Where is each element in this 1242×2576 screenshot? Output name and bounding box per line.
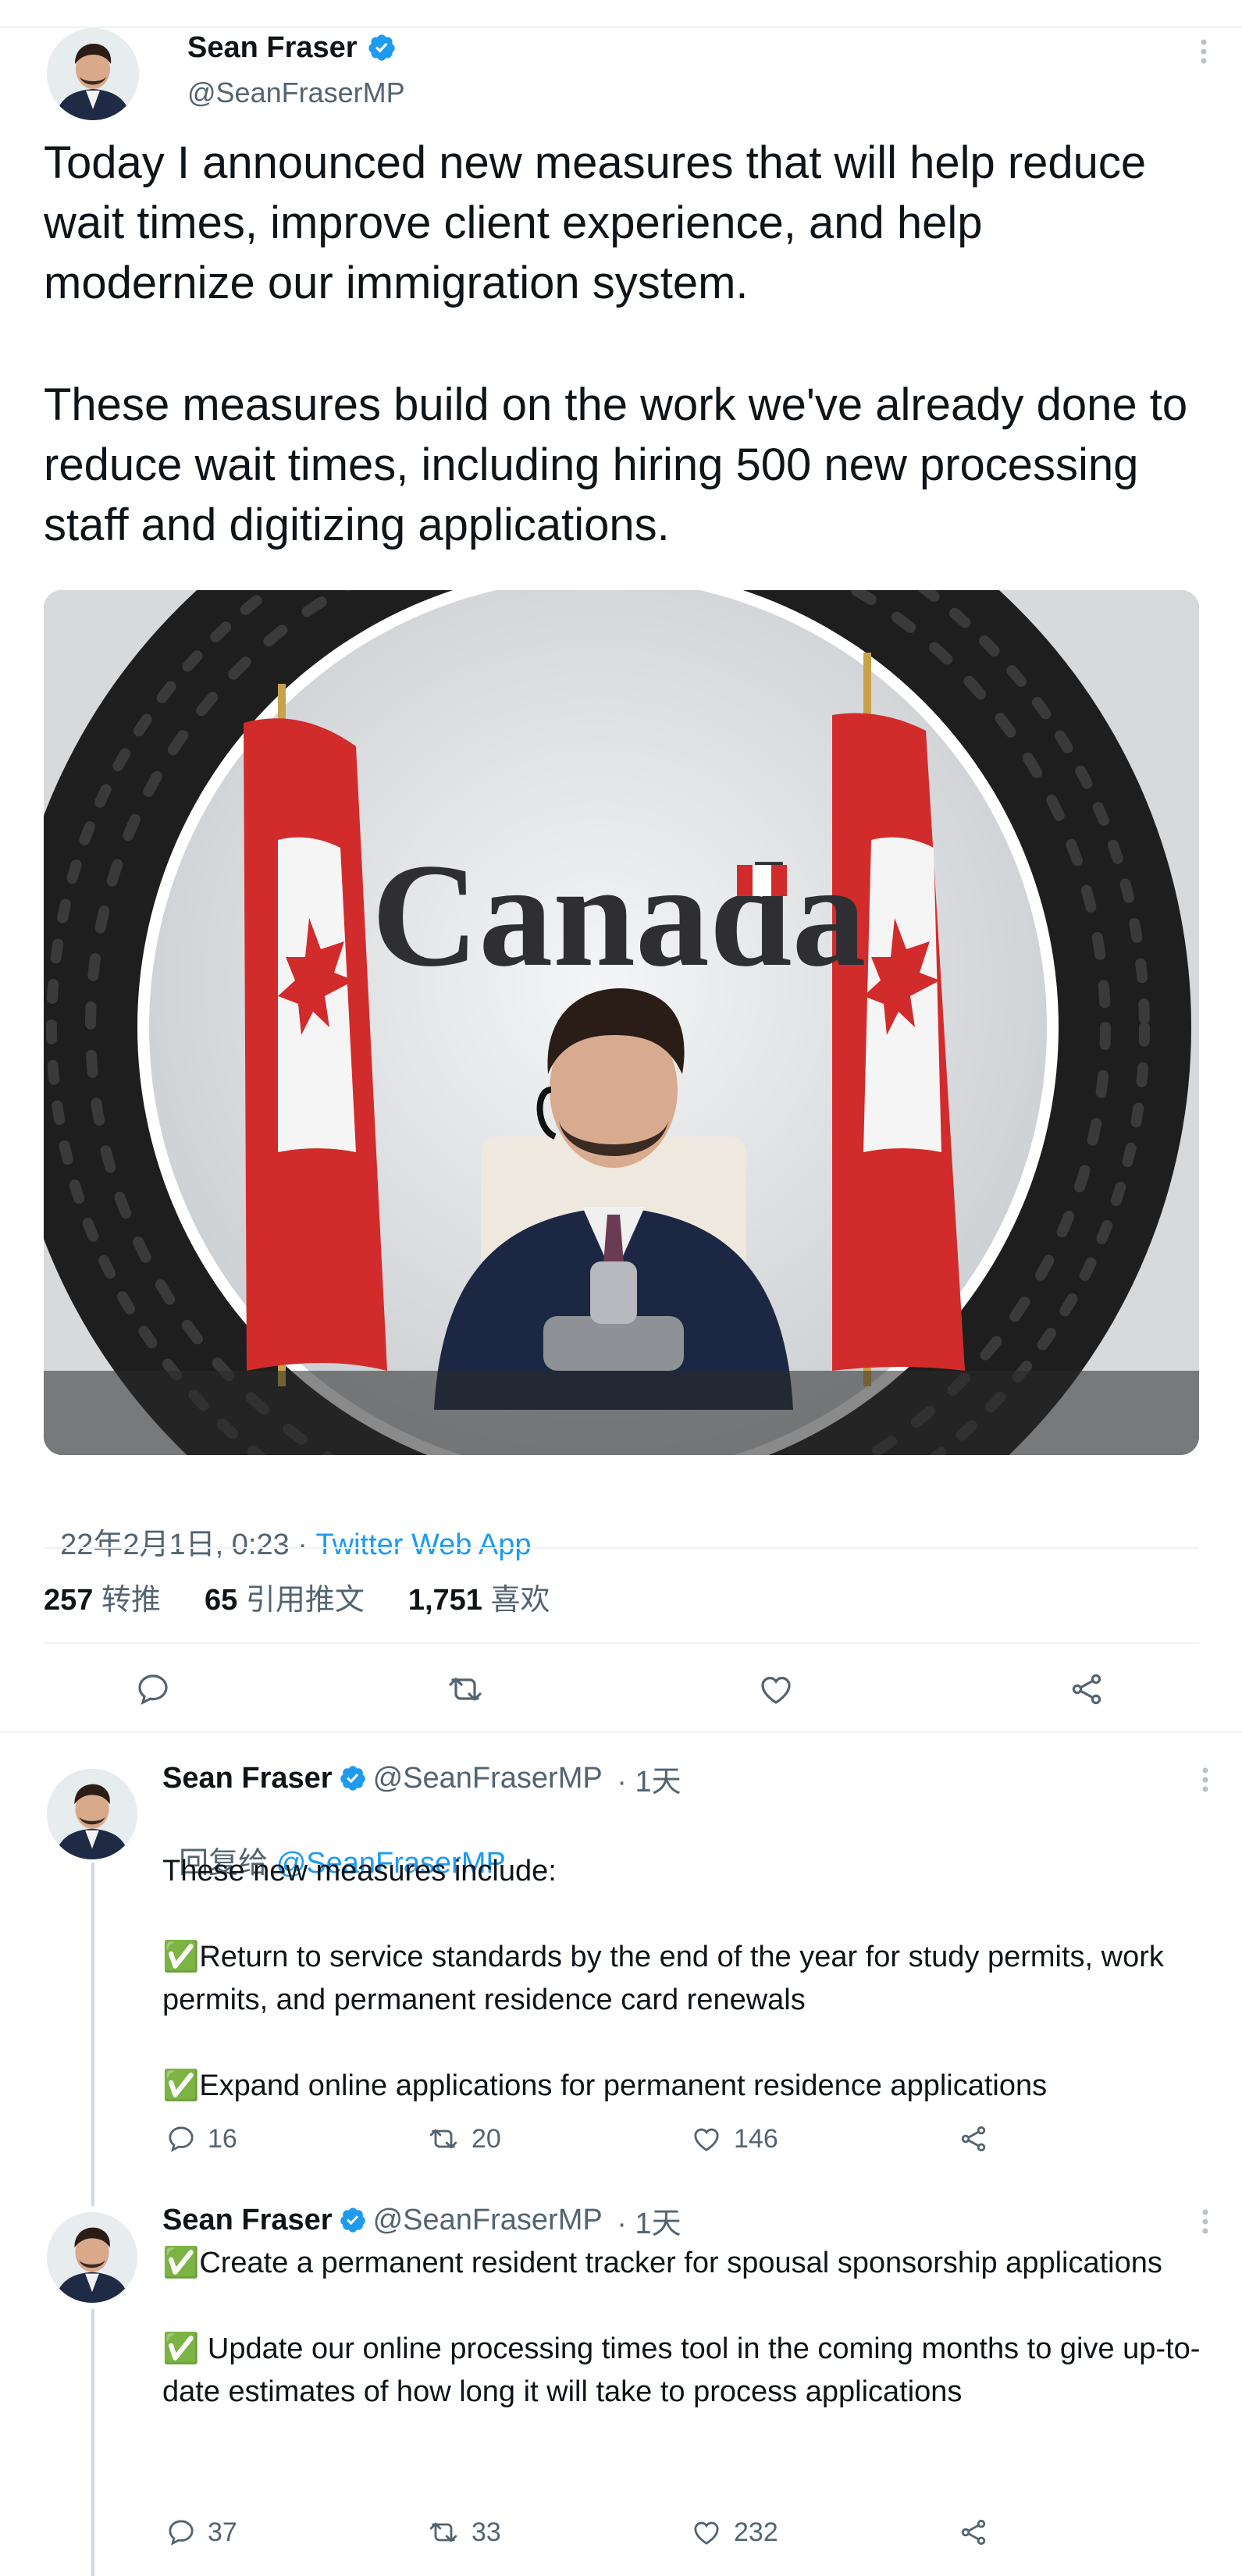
reply-author-name[interactable]: Sean Fraser <box>162 2204 333 2237</box>
avatar-photo <box>47 28 139 120</box>
retweet-icon <box>429 2522 457 2542</box>
retweet-icon <box>449 1678 482 1701</box>
reply-header: Sean Fraser @SeanFraserMP · 1天 <box>162 2199 681 2242</box>
retweet-button[interactable] <box>445 1670 486 1708</box>
reply-author-handle[interactable]: @SeanFraserMP <box>373 2204 603 2237</box>
share-icon <box>961 2519 986 2546</box>
stats-divider <box>44 1642 1199 1644</box>
reply-button[interactable] <box>134 1670 172 1708</box>
like-button[interactable]: 232 <box>690 2517 778 2548</box>
author-name[interactable]: Sean Fraser <box>187 31 358 65</box>
like-icon <box>694 2521 719 2545</box>
avatar-photo <box>47 2212 137 2303</box>
thread-connector <box>91 1863 94 2206</box>
retweet-count: 20 <box>472 2123 501 2154</box>
verified-icon <box>339 2206 367 2234</box>
reply-text: ✅Create a permanent resident tracker for… <box>162 2247 1201 2408</box>
verified-icon <box>367 33 397 62</box>
tweet-media-image[interactable]: Canada <box>44 590 1199 1455</box>
reply-actions: 16 20 146 <box>162 2123 1021 2161</box>
tweet-source-link[interactable]: Twitter Web App <box>316 1528 532 1561</box>
meta-separator: · <box>289 1528 316 1561</box>
tweet-timestamp[interactable]: 22年2月1日, 0:23 <box>60 1528 290 1561</box>
reply-time[interactable]: · 1天 <box>609 2199 681 2242</box>
meta-divider <box>44 1547 1199 1549</box>
retweet-count: 33 <box>472 2517 501 2547</box>
reply-icon <box>169 2126 194 2152</box>
reply-more-options-icon[interactable] <box>1201 2208 1210 2236</box>
reply-actions: 37 33 232 <box>162 2517 1021 2554</box>
more-options-icon[interactable] <box>1199 37 1208 66</box>
like-button[interactable]: 146 <box>690 2123 778 2154</box>
reply-time[interactable]: · 1天 <box>609 1757 681 1800</box>
reply-header: Sean Fraser @SeanFraserMP · 1天 <box>162 1757 681 1800</box>
reply-avatar[interactable] <box>47 2212 137 2303</box>
video-still-illustration: Canada <box>44 590 1199 1455</box>
author-avatar[interactable] <box>47 28 139 120</box>
reply-more-options-icon[interactable] <box>1201 1766 1210 1794</box>
like-icon <box>761 1677 791 1704</box>
retweet-button[interactable]: 20 <box>426 2123 501 2154</box>
share-button[interactable] <box>957 2517 990 2548</box>
share-button[interactable] <box>957 2123 990 2154</box>
reply-author-handle[interactable]: @SeanFraserMP <box>373 1762 603 1795</box>
reply-avatar[interactable] <box>47 1769 137 1859</box>
share-icon <box>961 2126 986 2152</box>
retweet-icon <box>429 2129 457 2149</box>
main-tweet-bottom-divider <box>0 1731 1242 1733</box>
reply-icon <box>169 2520 194 2546</box>
like-count: 232 <box>734 2517 778 2547</box>
verified-icon <box>339 1764 367 1792</box>
tweet-text-paragraph-1: Today I announced new measures that will… <box>44 137 1159 308</box>
reply-count: 16 <box>208 2123 237 2154</box>
top-divider <box>0 27 1242 28</box>
thread-connector <box>91 2309 94 2576</box>
retweets-stat[interactable]: 257 转推 <box>44 1575 161 1618</box>
reply-button[interactable]: 16 <box>165 2123 237 2154</box>
like-count: 146 <box>734 2123 778 2154</box>
like-icon <box>694 2128 719 2151</box>
retweet-button[interactable]: 33 <box>426 2517 501 2548</box>
quotes-stat[interactable]: 65 引用推文 <box>205 1575 365 1618</box>
reply-button[interactable]: 37 <box>165 2517 237 2548</box>
reply-icon <box>138 1674 168 1706</box>
reply-text: These new measures include: ✅Return to s… <box>162 1855 1164 2102</box>
like-button[interactable] <box>756 1670 796 1708</box>
author-handle[interactable]: @SeanFraserMP <box>187 76 405 109</box>
avatar-photo <box>47 1769 137 1859</box>
reply-count: 37 <box>208 2517 237 2547</box>
likes-stat[interactable]: 1,751 喜欢 <box>408 1575 550 1618</box>
share-icon <box>1072 1674 1101 1705</box>
canada-wordmark: Canada <box>372 834 867 998</box>
reply-author-name[interactable]: Sean Fraser <box>162 1762 333 1795</box>
share-button[interactable] <box>1066 1670 1107 1708</box>
tweet-text-paragraph-2: These measures build on the work we've a… <box>44 379 1201 550</box>
engagement-stats: 257 转推 65 引用推文 1,751 喜欢 <box>44 1575 550 1618</box>
